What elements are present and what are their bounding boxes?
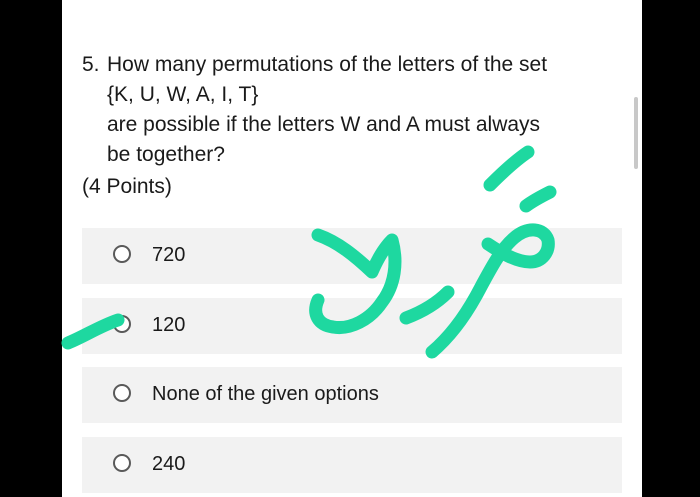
- form-question-panel: 5. How many permutations of the letters …: [62, 0, 642, 497]
- radio-button[interactable]: [113, 315, 131, 333]
- option-label: 720: [152, 244, 186, 266]
- option-120[interactable]: 120: [82, 298, 622, 354]
- radio-button[interactable]: [113, 384, 131, 402]
- question-line: {K, U, W, A, I, T}: [107, 83, 259, 106]
- option-720[interactable]: 720: [82, 228, 622, 284]
- question-line: are possible if the letters W and A must…: [107, 113, 541, 136]
- screenshot-frame: 5. How many permutations of the letters …: [0, 0, 700, 497]
- question-number: 5.: [82, 53, 100, 76]
- option-label: 240: [152, 453, 186, 475]
- option-240[interactable]: 240: [82, 437, 622, 493]
- option-label: 120: [152, 314, 186, 336]
- option-none-of-the-given[interactable]: None of the given options: [82, 367, 622, 423]
- radio-button[interactable]: [113, 245, 131, 263]
- radio-button[interactable]: [113, 454, 131, 472]
- points-label: (4 Points): [82, 175, 172, 198]
- question-line: be together?: [107, 143, 225, 166]
- question-line: How many permutations of the letters of …: [107, 53, 548, 76]
- scrollbar[interactable]: [634, 97, 638, 169]
- option-label: None of the given options: [152, 383, 379, 405]
- question-body: How many permutations of the letters of …: [107, 50, 622, 170]
